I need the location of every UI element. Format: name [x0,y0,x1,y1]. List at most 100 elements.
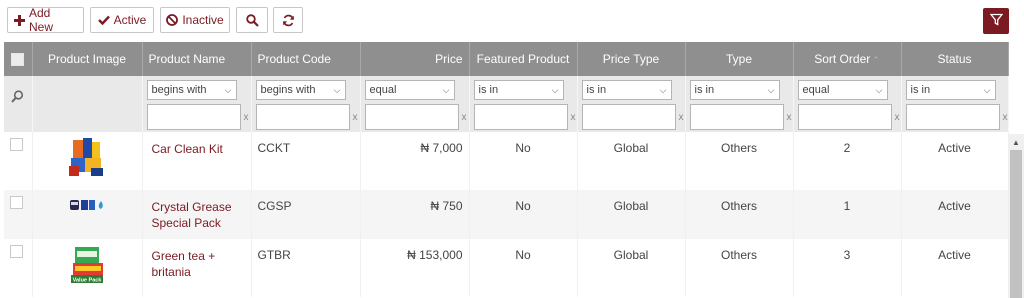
search-icon [245,13,259,27]
filter-featured-cell: is in ⌵ x [469,76,578,132]
filter-name-operator-value: begins with [151,84,207,96]
row-checkbox[interactable] [10,138,23,151]
col-product-code[interactable]: Product Code [251,42,361,76]
filter-price-type-operator[interactable]: is in ⌵ [581,80,672,100]
product-thumbnail-crystal-grease [70,200,103,210]
refresh-button[interactable] [273,7,303,33]
filter-status-input[interactable] [905,104,1000,130]
row-select-cell[interactable] [4,239,33,297]
filter-price-operator-value: equal [369,84,397,96]
filter-sort-input[interactable] [797,104,892,130]
col-price-type[interactable]: Price Type [577,42,686,76]
featured-cell: No [469,239,578,297]
sort-indicator-icon: ⌃ [872,55,880,65]
filter-featured-operator[interactable]: is in ⌵ [473,80,564,100]
filter-price-input[interactable] [364,104,459,130]
chevron-down-icon: ⌵ [767,84,775,95]
filter-name-input[interactable] [146,104,241,130]
toolbar: Add New Active Inactive [0,0,1024,40]
product-code-cell: GTBR [251,239,361,297]
inactive-button[interactable]: Inactive [160,7,230,33]
row-select-cell[interactable] [4,132,33,190]
vertical-scrollbar[interactable]: ▲ [1008,134,1024,298]
row-select-cell[interactable] [4,190,33,239]
filter-type-input[interactable] [689,104,784,130]
filter-type-clear[interactable]: x [787,112,792,123]
col-product-image[interactable]: Product Image [32,42,143,76]
product-name-link[interactable]: Car Clean Kit [149,141,245,157]
filter-status-operator-value: is in [910,84,931,96]
scrollbar-thumb[interactable] [1010,150,1022,298]
product-name-link[interactable]: Green tea + britania [149,248,245,280]
filter-code-cell: begins with ⌵ x [251,76,361,132]
filter-sort-clear[interactable]: x [895,112,900,123]
price-cell: ₦ 7,000 [360,132,470,190]
search-button[interactable] [236,7,268,33]
filter-button[interactable] [983,8,1009,34]
select-all-checkbox[interactable] [11,53,25,67]
filter-status-clear[interactable]: x [1003,112,1008,123]
filter-sort-operator[interactable]: equal ⌵ [797,80,888,100]
filter-featured-clear[interactable]: x [571,112,576,123]
filter-sort-operator-value: equal [802,84,830,96]
filter-price-operator[interactable]: equal ⌵ [364,80,455,100]
refresh-icon [282,14,295,27]
col-type[interactable]: Type [685,42,794,76]
filter-search-icon[interactable] [11,90,24,106]
filter-code-input[interactable] [255,104,350,130]
filter-code-clear[interactable]: x [353,112,358,123]
ban-icon [166,14,179,26]
row-checkbox[interactable] [10,245,23,258]
inactive-label: Inactive [182,13,224,27]
product-name-link[interactable]: Crystal Grease Special Pack [149,199,245,231]
scroll-up-icon[interactable]: ▲ [1012,138,1020,147]
featured-cell: No [469,132,578,190]
row-checkbox[interactable] [10,196,23,209]
chevron-down-icon: ⌵ [659,84,667,95]
chevron-down-icon: ⌵ [224,84,232,95]
plus-icon [14,14,25,26]
header-row: Product Image Product Name Product Code … [4,42,1009,76]
filter-status-cell: is in ⌵ x [901,76,1009,132]
col-featured-product[interactable]: Featured Product [469,42,578,76]
filter-sort-cell: equal ⌵ x [793,76,902,132]
col-price[interactable]: Price [360,42,470,76]
filter-featured-operator-value: is in [478,84,499,96]
table-row[interactable]: Car Clean Kit CCKT ₦ 7,000 No Global Oth… [4,132,1009,190]
col-sort-order[interactable]: Sort Order ⌃ [793,42,902,76]
active-button[interactable]: Active [90,7,154,33]
table-row[interactable]: Value Pack Green tea + britania GTBR ₦ 1… [4,239,1009,297]
filter-featured-input[interactable] [473,104,568,130]
type-cell: Others [685,190,794,239]
add-new-button[interactable]: Add New [7,6,84,34]
filter-price-type-clear[interactable]: x [679,112,684,123]
table-row[interactable]: Crystal Grease Special Pack CGSP ₦ 750 N… [4,190,1009,239]
select-all-header[interactable] [4,42,33,76]
featured-cell: No [469,190,578,239]
filter-code-operator[interactable]: begins with ⌵ [255,80,346,100]
col-status[interactable]: Status [901,42,1009,76]
product-name-cell[interactable]: Car Clean Kit [142,132,252,190]
sort-order-cell: 1 [793,190,902,239]
filter-price-type-input[interactable] [581,104,676,130]
filter-name-operator[interactable]: begins with ⌵ [146,80,237,100]
product-name-cell[interactable]: Crystal Grease Special Pack [142,190,252,239]
status-cell: Active [901,190,1009,239]
chevron-down-icon: ⌵ [442,84,450,95]
filter-type-operator[interactable]: is in ⌵ [689,80,780,100]
value-pack-text: Value Pack [73,278,103,284]
status-cell: Active [901,239,1009,297]
filter-status-operator[interactable]: is in ⌵ [905,80,996,100]
type-cell: Others [685,132,794,190]
col-product-name[interactable]: Product Name [142,42,252,76]
sort-order-cell: 3 [793,239,902,297]
status-cell: Active [901,132,1009,190]
check-icon [97,15,110,25]
product-thumbnail-green-tea: Value Pack [71,247,103,284]
filter-price-clear[interactable]: x [462,112,467,123]
filter-image-cell [32,76,143,132]
filter-name-clear[interactable]: x [244,112,249,123]
chevron-down-icon: ⌵ [875,84,883,95]
product-name-cell[interactable]: Green tea + britania [142,239,252,297]
filter-type-cell: is in ⌵ x [685,76,794,132]
